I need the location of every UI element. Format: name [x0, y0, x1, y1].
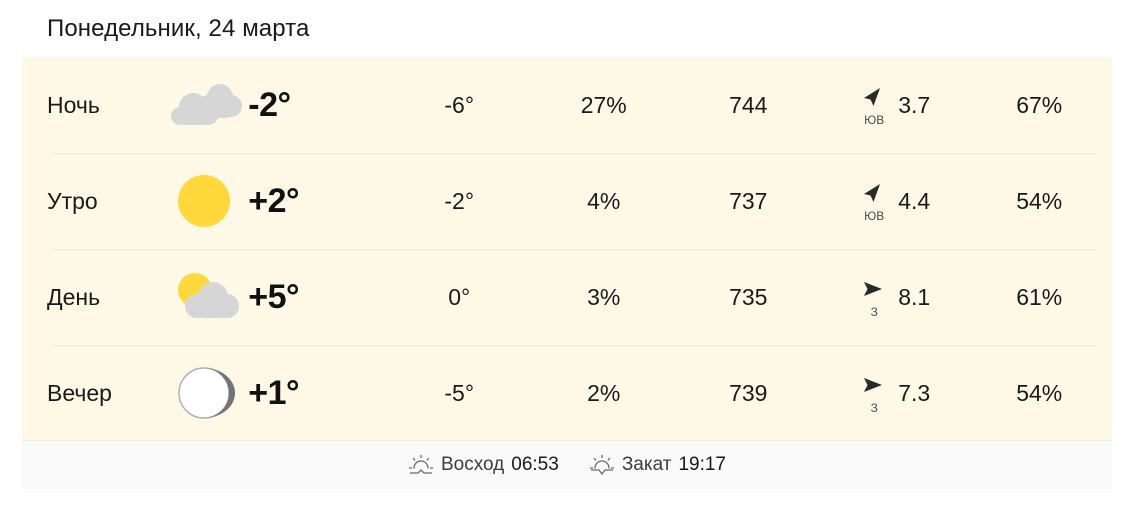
- day-part-label: Вечер: [47, 379, 112, 406]
- temperature-value: +2°: [248, 181, 300, 220]
- sunrise-item: Восход 06:53: [408, 454, 559, 476]
- condition-cell: +5°: [168, 266, 386, 328]
- wind-direction: ЮВ: [857, 179, 891, 223]
- sun-icon: [168, 170, 246, 232]
- clouds-icon: [168, 74, 246, 136]
- wind-speed-value: 3.7: [898, 91, 931, 118]
- condition-cell: -2°: [168, 74, 386, 136]
- sunrise-label: Восход: [441, 454, 505, 475]
- temperature-value: +1°: [248, 373, 300, 412]
- wind-cell: ЮВ 3.7: [821, 83, 966, 127]
- forecast-card: Ночь -2° -6° 27% 744 ЮВ 3.7 67% Утро +2°…: [22, 57, 1112, 489]
- table-row[interactable]: Ночь -2° -6° 27% 744 ЮВ 3.7 67%: [22, 57, 1112, 153]
- table-row[interactable]: День +5° 0° 3% 735 З 8.1 61%: [22, 249, 1112, 345]
- wind-direction-label: З: [870, 401, 878, 415]
- wind-speed-value: 8.1: [898, 283, 931, 310]
- pressure-value: 739: [729, 379, 768, 406]
- feels-like-value: -6°: [444, 91, 475, 118]
- precipitation-value: 27%: [580, 91, 627, 118]
- temperature-value: +5°: [248, 277, 300, 316]
- wind-direction: З: [857, 275, 891, 319]
- wind-cell: ЮВ 4.4: [821, 179, 966, 223]
- sun-behind-cloud-icon: [168, 266, 246, 328]
- page-title: Понедельник, 24 марта: [47, 15, 310, 42]
- humidity-value: 54%: [1016, 187, 1063, 214]
- wind-direction-label: З: [870, 305, 878, 319]
- sunset-icon: [589, 454, 615, 476]
- day-part-label: Утро: [47, 187, 98, 214]
- temperature-value: -2°: [248, 85, 291, 124]
- wind-speed-value: 4.4: [898, 187, 931, 214]
- wind-direction-label: ЮВ: [864, 209, 885, 223]
- wind-arrow-southeast-icon: [864, 184, 881, 202]
- wind-speed-value: 7.3: [898, 379, 931, 406]
- wind-arrow-west-icon: [864, 282, 883, 296]
- pressure-value: 737: [729, 187, 768, 214]
- feels-like-value: -5°: [444, 379, 475, 406]
- sun-times-footer: Восход 06:53 Закат 19:17: [22, 440, 1112, 489]
- precipitation-value: 2%: [587, 379, 621, 406]
- wind-cell: З 7.3: [821, 371, 966, 415]
- humidity-value: 54%: [1016, 379, 1063, 406]
- wind-direction-label: ЮВ: [864, 113, 885, 127]
- table-row[interactable]: Вечер +1° -5° 2% 739 З 7.3 54%: [22, 345, 1112, 441]
- wind-cell: З 8.1: [821, 275, 966, 319]
- humidity-value: 61%: [1016, 283, 1063, 310]
- sunrise-icon: [408, 454, 434, 476]
- weather-forecast-page: Понедельник, 24 марта Ночь -2° -6° 27% 7…: [0, 0, 1134, 508]
- condition-cell: +1°: [168, 362, 386, 424]
- sunset-label: Закат: [621, 454, 672, 475]
- sunset-time: 19:17: [678, 454, 726, 475]
- moon-icon: [168, 362, 246, 424]
- table-row[interactable]: Утро +2° -2° 4% 737 ЮВ 4.4 54%: [22, 153, 1112, 249]
- condition-cell: +2°: [168, 170, 386, 232]
- pressure-value: 735: [729, 283, 768, 310]
- precipitation-value: 3%: [587, 283, 621, 310]
- day-part-label: День: [47, 283, 101, 310]
- wind-direction: З: [857, 371, 891, 415]
- day-part-label: Ночь: [47, 91, 100, 118]
- sunrise-time: 06:53: [511, 454, 559, 475]
- wind-direction: ЮВ: [857, 83, 891, 127]
- wind-arrow-southeast-icon: [864, 88, 881, 106]
- feels-like-value: -2°: [444, 187, 475, 214]
- humidity-value: 67%: [1016, 91, 1063, 118]
- wind-arrow-west-icon: [864, 378, 883, 392]
- feels-like-value: 0°: [448, 283, 471, 310]
- precipitation-value: 4%: [587, 187, 621, 214]
- sunset-item: Закат 19:17: [589, 454, 726, 476]
- forecast-row-list: Ночь -2° -6° 27% 744 ЮВ 3.7 67% Утро +2°…: [22, 57, 1112, 441]
- pressure-value: 744: [729, 91, 768, 118]
